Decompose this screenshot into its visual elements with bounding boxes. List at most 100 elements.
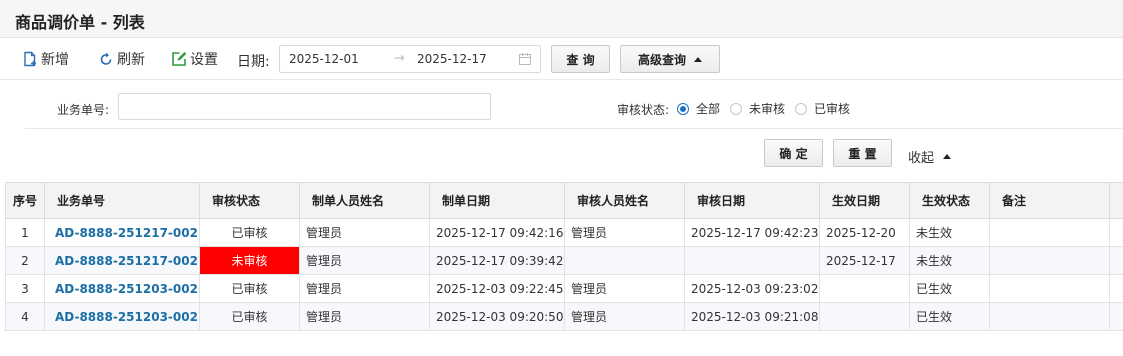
edit-settings-icon — [172, 52, 187, 66]
settings-button[interactable]: 设置 — [171, 48, 218, 70]
cell-auditor: 管理员 — [564, 218, 685, 247]
cell-creator: 管理员 — [299, 274, 430, 303]
collapse-label: 收起 — [908, 151, 935, 166]
confirm-button[interactable]: 确 定 — [764, 139, 823, 167]
cell-auditor: 管理员 — [564, 302, 685, 331]
new-button-label: 新增 — [41, 52, 69, 68]
cell-seq: 1 — [5, 218, 45, 247]
advanced-query-button[interactable]: 高级查询 — [620, 45, 720, 73]
doc-no-filter-input[interactable] — [118, 93, 491, 120]
settings-button-label: 设置 — [190, 52, 218, 68]
col-header-remark[interactable]: 备注 — [989, 182, 1110, 219]
cell-created-at: 2025-12-17 09:42:16 — [429, 218, 565, 247]
cell-effective-status: 未生效 — [909, 218, 990, 247]
col-header-audit-status[interactable]: 审核状态 — [199, 182, 300, 219]
refresh-button[interactable]: 刷新 — [98, 48, 145, 70]
cell-effective-date: 2025-12-20 — [819, 218, 910, 247]
cell-seq: 2 — [5, 246, 45, 275]
cell-seq: 4 — [5, 302, 45, 331]
col-header-created-at[interactable]: 制单日期 — [429, 182, 565, 219]
cell-spacer — [1109, 302, 1123, 331]
radio-dot — [795, 102, 808, 115]
cell-audited-at: 2025-12-03 09:21:08 — [684, 302, 820, 331]
cell-audit-status: 已审核 — [199, 302, 300, 331]
cell-doc-no-link[interactable]: AD-8888-251203-0026 — [44, 274, 200, 303]
toolbar: 新增 刷新 设置 日期: 2025-12-01 → 2025-12-17 查 询… — [0, 38, 1123, 80]
cell-remark — [989, 218, 1110, 247]
reset-button[interactable]: 重 置 — [833, 139, 892, 167]
new-button[interactable]: 新增 — [22, 48, 69, 70]
cell-audit-status-unaudited: 未审核 — [199, 246, 300, 275]
col-header-effective-date[interactable]: 生效日期 — [819, 182, 910, 219]
radio-unaudited-label: 未审核 — [749, 102, 786, 116]
refresh-button-label: 刷新 — [117, 52, 145, 68]
advanced-query-label: 高级查询 — [637, 52, 686, 67]
table-row[interactable]: 2 AD-8888-251217-0027 未审核 管理员 2025-12-17… — [5, 246, 1123, 275]
cell-effective-date — [819, 302, 910, 331]
table-row[interactable]: 4 AD-8888-251203-0025 已审核 管理员 2025-12-03… — [5, 302, 1123, 331]
cell-doc-no-link[interactable]: AD-8888-251203-0025 — [44, 302, 200, 331]
cell-effective-date — [819, 274, 910, 303]
date-label: 日期: — [237, 54, 270, 70]
cell-spacer — [1109, 218, 1123, 247]
cell-created-at: 2025-12-03 09:20:50 — [429, 302, 565, 331]
date-range-arrow: → — [394, 51, 405, 66]
date-to-input[interactable]: 2025-12-17 — [417, 52, 487, 66]
cell-auditor — [564, 246, 685, 275]
cell-audited-at — [684, 246, 820, 275]
query-button[interactable]: 查 询 — [551, 45, 610, 73]
table-row[interactable]: 1 AD-8888-251217-0028 已审核 管理员 2025-12-17… — [5, 218, 1123, 247]
cell-audit-status: 已审核 — [199, 274, 300, 303]
radio-all[interactable]: 全部 — [677, 100, 720, 117]
cell-created-at: 2025-12-17 09:39:42 — [429, 246, 565, 275]
col-header-doc-no[interactable]: 业务单号 — [44, 182, 200, 219]
cell-audit-status: 已审核 — [199, 218, 300, 247]
cell-seq: 3 — [5, 274, 45, 303]
cell-effective-date: 2025-12-17 — [819, 246, 910, 275]
radio-dot-selected — [677, 102, 689, 115]
radio-audited-label: 已审核 — [814, 102, 851, 116]
triangle-up-icon — [943, 154, 952, 159]
radio-audited[interactable]: 已审核 — [795, 100, 850, 117]
cell-auditor: 管理员 — [564, 274, 685, 303]
calendar-icon[interactable] — [518, 52, 532, 66]
col-header-spacer — [1109, 182, 1123, 219]
cell-doc-no-link[interactable]: AD-8888-251217-0028 — [44, 218, 200, 247]
triangle-up-icon — [694, 56, 702, 62]
cell-creator: 管理员 — [299, 218, 430, 247]
cell-creator: 管理员 — [299, 302, 430, 331]
col-header-effective-status[interactable]: 生效状态 — [909, 182, 990, 219]
radio-unaudited[interactable]: 未审核 — [730, 100, 785, 117]
table-row[interactable]: 3 AD-8888-251203-0026 已审核 管理员 2025-12-03… — [5, 274, 1123, 303]
new-document-icon — [24, 51, 36, 67]
audit-status-radio-group: 全部 未审核 已审核 — [677, 100, 860, 117]
cell-creator: 管理员 — [299, 246, 430, 275]
page-title: 商品调价单 - 列表 — [15, 13, 145, 32]
cell-audited-at: 2025-12-17 09:42:23 — [684, 218, 820, 247]
cell-created-at: 2025-12-03 09:22:45 — [429, 274, 565, 303]
cell-spacer — [1109, 246, 1123, 275]
cell-spacer — [1109, 274, 1123, 303]
table-header-row: 序号 业务单号 审核状态 制单人员姓名 制单日期 审核人员姓名 审核日期 生效日… — [5, 182, 1123, 219]
refresh-icon — [100, 52, 112, 65]
cell-remark — [989, 302, 1110, 331]
col-header-seq[interactable]: 序号 — [5, 182, 45, 219]
audit-status-filter-label: 审核状态: — [617, 103, 670, 117]
doc-no-filter-label: 业务单号: — [57, 103, 110, 117]
collapse-toggle[interactable]: 收起 — [908, 147, 952, 166]
date-range-picker[interactable]: 2025-12-01 → 2025-12-17 — [279, 45, 541, 73]
col-header-audited-at[interactable]: 审核日期 — [684, 182, 820, 219]
advanced-query-panel: 业务单号: 审核状态: 全部 未审核 已审核 确 定 重 置 收起 — [0, 81, 1123, 181]
radio-all-label: 全部 — [696, 102, 721, 116]
col-header-creator[interactable]: 制单人员姓名 — [299, 182, 430, 219]
radio-dot — [730, 102, 743, 115]
cell-effective-status: 未生效 — [909, 246, 990, 275]
cell-doc-no-link[interactable]: AD-8888-251217-0027 — [44, 246, 200, 275]
cell-effective-status: 已生效 — [909, 274, 990, 303]
date-from-input[interactable]: 2025-12-01 — [289, 52, 359, 66]
cell-effective-status: 已生效 — [909, 302, 990, 331]
col-header-auditor[interactable]: 审核人员姓名 — [564, 182, 685, 219]
title-bar: 商品调价单 - 列表 — [0, 0, 1123, 38]
cell-remark — [989, 246, 1110, 275]
divider — [25, 128, 1123, 129]
